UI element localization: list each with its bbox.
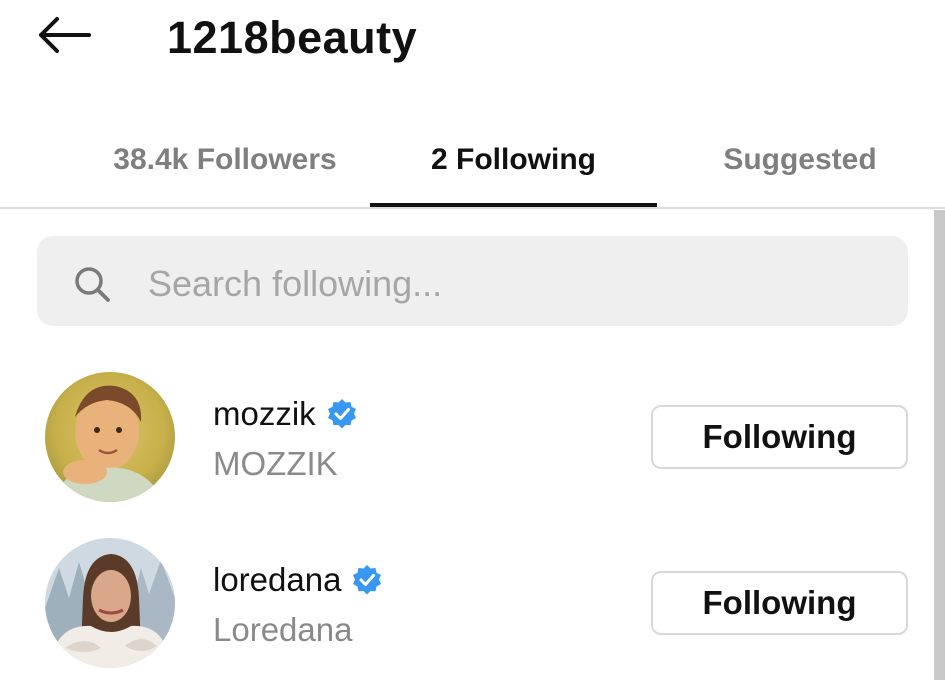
username-text: mozzik (213, 395, 316, 432)
verified-badge-icon (353, 565, 382, 595)
page-title: 1218beauty (167, 12, 418, 63)
tab-following[interactable]: 2 Following (370, 112, 657, 207)
full-name: Loredana (213, 611, 353, 648)
profile-photo-image (45, 538, 175, 668)
back-button[interactable] (30, 10, 96, 60)
search-input[interactable] (148, 256, 848, 312)
full-name: MOZZIK (213, 445, 338, 482)
following-screen: 1218beauty 38.4k Followers 2 Following S… (0, 0, 945, 680)
list-item: loredana Loredana Following (0, 526, 930, 676)
list-item: mozzik MOZZIK Following (0, 360, 930, 510)
username-link[interactable]: mozzik (213, 395, 358, 433)
search-icon (75, 267, 110, 302)
username-link[interactable]: loredana (213, 561, 383, 599)
active-tab-indicator (370, 203, 657, 207)
arrow-left-icon (39, 17, 91, 53)
avatar[interactable] (45, 372, 175, 502)
avatar[interactable] (45, 538, 175, 668)
top-bar: 1218beauty (0, 0, 945, 80)
scrollbar[interactable] (934, 210, 945, 680)
verified-badge-icon (327, 399, 356, 429)
profile-photo-image (45, 372, 175, 502)
following-button[interactable]: Following (651, 571, 908, 635)
tab-bar: 38.4k Followers 2 Following Suggested (0, 112, 945, 209)
tab-followers[interactable]: 38.4k Followers (85, 112, 365, 207)
username-text: loredana (213, 561, 342, 598)
following-button[interactable]: Following (651, 405, 908, 469)
tab-suggested[interactable]: Suggested (665, 112, 935, 207)
